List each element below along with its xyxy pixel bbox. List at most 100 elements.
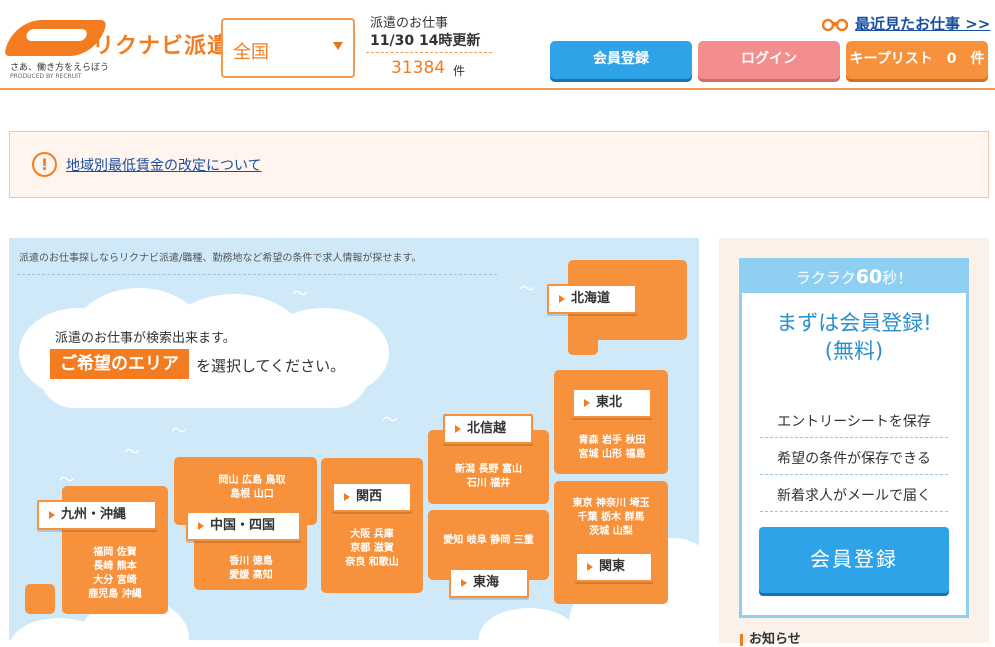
triangle-right-icon: [559, 295, 565, 303]
area-map-panel: 派遣のお仕事探しならリクナビ派遣/職種、勤務地など希望の条件で求人情報が探せます…: [9, 238, 699, 640]
pref-link[interactable]: 神奈川: [596, 498, 626, 509]
divider: [366, 52, 492, 53]
pref-link[interactable]: 栃木: [601, 512, 621, 523]
triangle-right-icon: [587, 563, 593, 571]
register-feature: 希望の条件が保存できる: [760, 448, 948, 475]
keeplist-button[interactable]: キープリスト 0 件: [846, 41, 988, 79]
job-info-label: 派遣のお仕事: [370, 16, 449, 31]
pref-link[interactable]: 沖縄: [122, 589, 142, 600]
prefs-shikoku: 香川 徳島 愛媛 高知: [201, 555, 301, 583]
pref-link[interactable]: 高知: [253, 570, 273, 581]
pref-link[interactable]: 大阪: [350, 529, 370, 540]
divider: [17, 274, 497, 275]
pref-link[interactable]: 福井: [490, 478, 510, 489]
pref-link[interactable]: 鳥取: [265, 475, 285, 486]
pref-link[interactable]: 長野: [479, 464, 499, 475]
pref-link[interactable]: 広島: [242, 475, 262, 486]
register-feature: 新着求人がメールで届く: [760, 485, 948, 512]
region-label-kanto[interactable]: 関東: [575, 552, 653, 582]
prefs-tohoku: 青森 岩手 秋田 宮城 山形 福島: [564, 434, 660, 462]
pref-link[interactable]: 山梨: [613, 526, 633, 537]
pref-link[interactable]: 山形: [602, 449, 622, 460]
news-heading: お知らせ: [740, 633, 801, 646]
region-label-hokushinetsu[interactable]: 北信越: [443, 414, 533, 444]
pref-link[interactable]: 静岡: [490, 535, 510, 546]
pref-link[interactable]: 熊本: [117, 561, 137, 572]
register-button[interactable]: 会員登録: [550, 41, 692, 79]
pref-link[interactable]: 福島: [625, 449, 645, 460]
logo-tagline: さあ、働き方をえらぼう: [10, 63, 110, 73]
header: リクナビ派遣 さあ、働き方をえらぼう PRODUCED BY RECRUIT 全…: [0, 0, 995, 90]
job-count: 31384: [391, 58, 446, 78]
login-button[interactable]: ログイン: [698, 41, 840, 79]
job-info-updated: 11/30 14時更新: [370, 33, 481, 49]
register-feature: エントリーシートを保存: [760, 411, 948, 438]
region-label-kyushu[interactable]: 九州・沖縄: [37, 500, 157, 530]
register-promo-box: ラクラク60秒！ まずは会員登録! (無料) エントリーシートを保存 希望の条件…: [739, 258, 969, 618]
pref-link[interactable]: 福岡: [93, 547, 113, 558]
pref-link[interactable]: 奈良: [345, 557, 365, 568]
triangle-right-icon: [49, 511, 55, 519]
region-block-okinawa[interactable]: [25, 584, 55, 614]
pref-link[interactable]: 山口: [254, 489, 274, 500]
pref-link[interactable]: 長崎: [93, 561, 113, 572]
logo-text: リクナビ派遣: [92, 34, 231, 59]
region-select[interactable]: 全国: [221, 18, 355, 78]
pref-link[interactable]: 京都: [350, 543, 370, 554]
pref-link[interactable]: 和歌山: [369, 557, 399, 568]
job-count-unit: 件: [453, 64, 466, 78]
triangle-right-icon: [461, 579, 467, 587]
region-label-kansai[interactable]: 関西: [332, 482, 412, 512]
pref-link[interactable]: 埼玉: [629, 498, 649, 509]
notice-link[interactable]: 地域別最低賃金の改定について: [66, 155, 262, 175]
pref-link[interactable]: 秋田: [625, 435, 645, 446]
binocular-icon: [822, 18, 848, 31]
prefs-kansai: 大阪 兵庫 京都 滋賀 奈良 和歌山: [325, 528, 419, 570]
logo-produced: PRODUCED BY RECRUIT: [10, 73, 82, 80]
pref-link[interactable]: 鹿児島: [88, 589, 118, 600]
promo-register-button[interactable]: 会員登録: [759, 527, 949, 593]
pref-link[interactable]: 宮城: [579, 449, 599, 460]
chevron-down-icon: [333, 42, 343, 50]
pref-link[interactable]: 宮崎: [117, 575, 137, 586]
triangle-right-icon: [344, 493, 350, 501]
pref-link[interactable]: 岐阜: [467, 535, 487, 546]
pref-link[interactable]: 千葉: [578, 512, 598, 523]
cloud-text-1: 派遣のお仕事が検索出来ます。: [55, 331, 236, 346]
triangle-right-icon: [455, 425, 461, 433]
pref-link[interactable]: 岡山: [219, 475, 239, 486]
region-label-tohoku[interactable]: 東北: [572, 388, 652, 418]
exclamation-icon: !: [32, 152, 57, 177]
pref-link[interactable]: 島根: [230, 489, 250, 500]
notice-bar: ! 地域別最低賃金の改定について: [9, 131, 989, 198]
pref-link[interactable]: 三重: [514, 535, 534, 546]
pref-link[interactable]: 大分: [93, 575, 113, 586]
region-label-hokkaido[interactable]: 北海道: [547, 284, 637, 314]
pref-link[interactable]: 愛知: [443, 535, 463, 546]
region-select-value: 全国: [233, 42, 269, 63]
pref-link[interactable]: 富山: [502, 464, 522, 475]
cloud-text-2: を選択してください。: [196, 357, 346, 375]
register-promo-top: ラクラク60秒！: [742, 261, 966, 293]
region-label-tokai[interactable]: 東海: [449, 568, 529, 598]
register-promo-headline: まずは会員登録! (無料): [776, 311, 932, 363]
pref-link[interactable]: 愛媛: [229, 570, 249, 581]
pref-link[interactable]: 新潟: [455, 464, 475, 475]
region-label-chugoku-shikoku[interactable]: 中国・四国: [186, 511, 301, 541]
pref-link[interactable]: 群馬: [624, 512, 644, 523]
pref-link[interactable]: 石川: [467, 478, 487, 489]
pref-link[interactable]: 佐賀: [117, 547, 137, 558]
pref-link[interactable]: 岩手: [602, 435, 622, 446]
pref-link[interactable]: 兵庫: [374, 529, 394, 540]
map-intro-text: 派遣のお仕事探しならリクナビ派遣/職種、勤務地など希望の条件で求人情報が探せます…: [19, 253, 422, 264]
pref-link[interactable]: 徳島: [253, 556, 273, 567]
pref-link[interactable]: 香川: [229, 556, 249, 567]
pref-link[interactable]: 茨城: [589, 526, 609, 537]
prefs-chugoku: 岡山 広島 鳥取 島根 山口: [199, 474, 305, 502]
region-block-hokkaido-tip: [568, 333, 598, 355]
pref-link[interactable]: 滋賀: [374, 543, 394, 554]
pref-link[interactable]: 東京: [573, 498, 593, 509]
region-block-kansai[interactable]: [321, 458, 423, 593]
recent-jobs-link[interactable]: 最近見たお仕事 >>: [855, 13, 990, 34]
pref-link[interactable]: 青森: [579, 435, 599, 446]
